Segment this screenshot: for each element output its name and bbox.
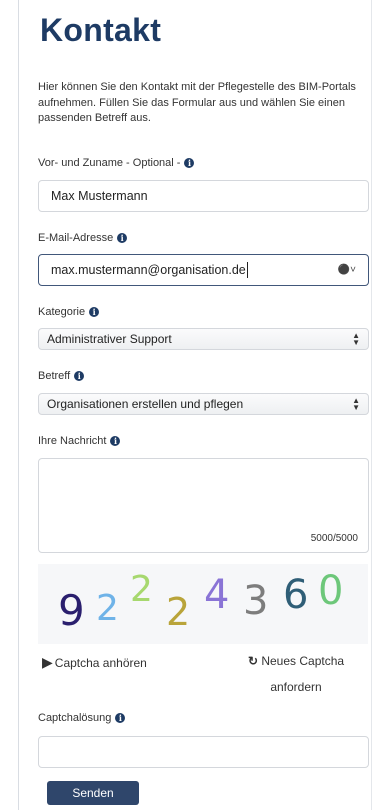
password-manager-icon[interactable]: ⚫˅ (338, 265, 356, 276)
send-button[interactable]: Senden (47, 781, 139, 805)
name-label-row: Vor- und Zuname - Optional - i (38, 157, 195, 169)
info-icon[interactable]: i (89, 307, 100, 317)
captcha-digit: 2 (166, 590, 191, 634)
name-field[interactable]: Max Mustermann (38, 180, 369, 212)
captcha-digit: 2 (130, 569, 153, 610)
email-label: E-Mail-Adresse (38, 232, 114, 244)
text-cursor (246, 262, 248, 278)
subject-selected: Organisationen erstellen und pflegen (47, 397, 244, 411)
captcha-digit: 3 (243, 578, 269, 624)
solution-label: Captchalösung (38, 712, 112, 724)
message-textarea[interactable]: 5000/5000 (38, 458, 369, 553)
message-label: Ihre Nachricht (38, 435, 107, 447)
subject-select[interactable]: Organisationen erstellen und pflegen ▲ ▼ (38, 393, 369, 415)
info-icon[interactable]: i (74, 371, 85, 381)
select-arrows-icon: ▲ ▼ (352, 396, 360, 412)
category-label-row: Kategorie i (38, 306, 100, 318)
email-value: max.mustermann@organisation.de (51, 263, 246, 277)
captcha-digit: 4 (204, 572, 230, 618)
subject-label: Betreff (38, 370, 71, 382)
message-label-row: Ihre Nachricht i (38, 435, 121, 447)
email-label-row: E-Mail-Adresse i (38, 232, 128, 244)
captcha-listen-label: Captcha anhören (54, 655, 147, 670)
category-label: Kategorie (38, 306, 86, 318)
captcha-refresh-label: Neues Captcha anfordern (261, 654, 345, 694)
refresh-icon: ↻ (247, 654, 258, 668)
captcha-solution-field[interactable] (38, 736, 369, 768)
left-border (18, 0, 19, 810)
page-title: Kontakt (40, 12, 162, 48)
captcha-refresh-link[interactable]: ↻ Neues Captcha anfordern (226, 648, 366, 700)
captcha-listen-link[interactable]: ▶︎ Captcha anhören (42, 654, 147, 671)
email-field[interactable]: max.mustermann@organisation.de ⚫˅ (38, 254, 369, 286)
solution-label-row: Captchalösung i (38, 712, 126, 724)
subject-label-row: Betreff i (38, 370, 85, 382)
info-icon[interactable]: i (117, 233, 128, 243)
category-selected: Administrativer Support (47, 332, 172, 346)
captcha-digit: 9 (58, 586, 85, 635)
captcha-digit: 0 (318, 568, 344, 614)
category-select[interactable]: Administrativer Support ▲ ▼ (38, 328, 369, 350)
select-arrows-icon: ▲ ▼ (352, 331, 360, 347)
info-icon[interactable]: i (110, 436, 121, 446)
intro-text: Hier können Sie den Kontakt mit der Pfle… (38, 81, 356, 124)
info-icon[interactable]: i (184, 158, 195, 168)
info-icon[interactable]: i (115, 713, 126, 723)
name-label: Vor- und Zuname - Optional - (38, 157, 181, 169)
captcha-image: 9 2 2 2 4 3 6 0 (38, 564, 368, 644)
captcha-digit: 2 (96, 588, 119, 629)
character-counter: 5000/5000 (310, 533, 358, 544)
name-value: Max Mustermann (51, 189, 148, 203)
captcha-digit: 6 (283, 572, 309, 618)
play-icon: ▶︎ (42, 654, 53, 670)
